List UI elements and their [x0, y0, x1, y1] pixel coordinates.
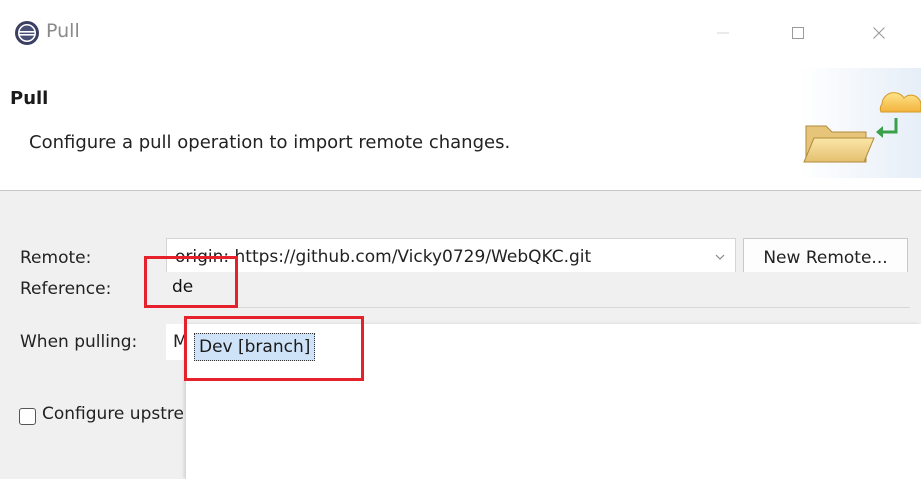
remote-label: Remote: — [20, 248, 92, 268]
wizard-banner — [0, 64, 921, 190]
close-button[interactable] — [856, 14, 902, 52]
page-title: Pull — [10, 88, 49, 109]
reference-input[interactable]: de — [160, 272, 910, 308]
chevron-down-icon[interactable] — [711, 248, 729, 266]
when-pulling-label: When pulling: — [20, 332, 138, 352]
folder-cloud-icon — [800, 68, 921, 178]
window-title: Pull — [46, 20, 80, 42]
configure-upstream-checkbox[interactable] — [19, 408, 36, 425]
configure-upstream-label[interactable]: Configure upstream — [42, 404, 185, 424]
when-pulling-select[interactable]: M — [166, 324, 186, 360]
remote-select[interactable]: origin: https://github.com/Vicky0729/Web… — [166, 238, 736, 276]
minimize-button[interactable] — [700, 14, 746, 52]
close-icon — [873, 27, 885, 39]
maximize-button[interactable] — [775, 14, 821, 52]
suggestion-highlight-box — [184, 316, 364, 381]
reference-highlight-box — [144, 256, 238, 308]
page-description: Configure a pull operation to import rem… — [29, 132, 511, 153]
title-bar: Pull — [0, 0, 921, 64]
minimize-icon — [717, 32, 729, 34]
maximize-icon — [792, 27, 804, 39]
reference-label: Reference: — [20, 279, 112, 299]
eclipse-icon — [15, 21, 39, 45]
